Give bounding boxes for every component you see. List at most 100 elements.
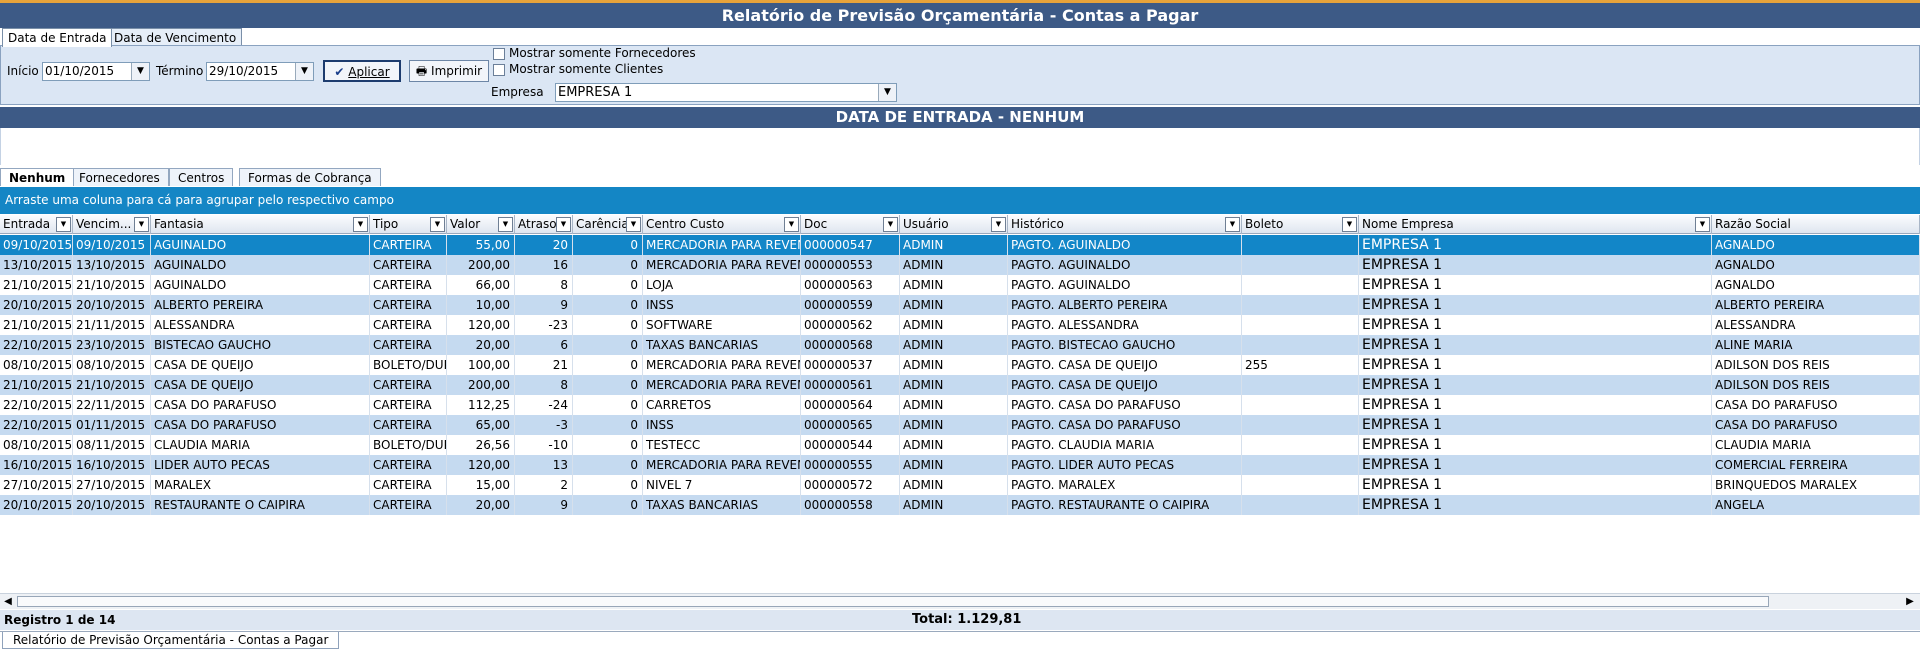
table-cell: 9: [515, 495, 573, 515]
column-header[interactable]: Fantasia ▼: [151, 215, 370, 234]
table-cell: 27/10/2015: [0, 475, 73, 495]
table-row[interactable]: 08/10/2015 08/11/2015 CLAUDIA MARIA BOLETO/…: [0, 435, 1920, 455]
table-cell: PAGTO. ALBERTO PEREIRA: [1008, 295, 1242, 315]
column-header[interactable]: Razão Social: [1712, 215, 1920, 234]
termino-date-field[interactable]: 29/10/2015 ▼: [206, 62, 314, 81]
aplicar-button[interactable]: ✔ Aplicar: [323, 60, 401, 82]
table-row[interactable]: 08/10/2015 08/10/2015 CASA DE QUEIJO BOLETO…: [0, 355, 1920, 375]
table-cell: AGUINALDO: [151, 255, 370, 275]
chevron-down-icon[interactable]: ▼: [878, 84, 896, 101]
table-row[interactable]: 20/10/2015 20/10/2015 ALBERTO PEREIRA CARTE…: [0, 295, 1920, 315]
table-row[interactable]: 21/10/2015 21/11/2015 ALESSANDRA CARTEIRA 12…: [0, 315, 1920, 335]
column-header[interactable]: Tipo ▼: [370, 215, 447, 234]
clientes-checkbox-label: Mostrar somente Clientes: [509, 62, 664, 76]
table-cell: PAGTO. AGUINALDO: [1008, 255, 1242, 275]
table-row[interactable]: 13/10/2015 13/10/2015 AGUINALDO CARTEIRA 200…: [0, 255, 1920, 275]
imprimir-button[interactable]: 🖶 Imprimir: [409, 60, 489, 82]
table-row[interactable]: 22/10/2015 22/11/2015 CASA DO PARAFUSO CART…: [0, 395, 1920, 415]
table-cell: 21/10/2015: [0, 375, 73, 395]
table-row[interactable]: 27/10/2015 27/10/2015 MARALEX CARTEIRA 15,00…: [0, 475, 1920, 495]
table-cell: PAGTO. CASA DE QUEIJO: [1008, 375, 1242, 395]
table-row[interactable]: 16/10/2015 16/10/2015 LIDER AUTO PECAS CART…: [0, 455, 1920, 475]
table-row[interactable]: 21/10/2015 21/10/2015 AGUINALDO CARTEIRA 66,…: [0, 275, 1920, 295]
filter-dropdown-icon[interactable]: ▼: [784, 217, 799, 232]
table-cell: CARTEIRA: [370, 415, 447, 435]
column-header[interactable]: Nome Empresa ▼: [1359, 215, 1712, 234]
table-cell: 000000537: [801, 355, 900, 375]
table-cell: CARTEIRA: [370, 235, 447, 255]
table-cell: CARTEIRA: [370, 275, 447, 295]
chevron-down-icon[interactable]: ▼: [295, 63, 313, 80]
group-by-panel[interactable]: Arraste uma coluna para cá para agrupar …: [0, 187, 1920, 214]
column-header[interactable]: Boleto ▼: [1242, 215, 1359, 234]
horizontal-scrollbar[interactable]: ◀ ▶: [0, 593, 1920, 609]
filter-dropdown-icon[interactable]: ▼: [1695, 217, 1710, 232]
table-cell: ADMIN: [900, 235, 1008, 255]
scroll-left-icon[interactable]: ◀: [0, 594, 16, 610]
window-title: Relatório de Previsão Orçamentária - Con…: [0, 0, 1920, 28]
column-header[interactable]: Valor ▼: [447, 215, 515, 234]
column-header[interactable]: Centro Custo ▼: [643, 215, 801, 234]
tab-formas-de-cobranca[interactable]: Formas de Cobrança: [239, 168, 381, 186]
tab-data-de-entrada[interactable]: Data de Entrada: [2, 28, 113, 47]
table-cell: [1242, 395, 1359, 415]
table-cell: 120,00: [447, 455, 515, 475]
table-cell: EMPRESA 1: [1359, 315, 1712, 335]
table-cell: INSS: [643, 295, 801, 315]
filter-dropdown-icon[interactable]: ▼: [498, 217, 513, 232]
tab-fornecedores[interactable]: Fornecedores: [70, 168, 169, 186]
inicio-date-field[interactable]: 01/10/2015 ▼: [42, 62, 150, 81]
table-cell: 0: [573, 275, 643, 295]
filter-dropdown-icon[interactable]: ▼: [353, 217, 368, 232]
filter-dropdown-icon[interactable]: ▼: [430, 217, 445, 232]
table-cell: CARTEIRA: [370, 315, 447, 335]
empresa-label: Empresa: [491, 85, 544, 99]
fornecedores-checkbox[interactable]: [493, 48, 505, 60]
table-cell: ADMIN: [900, 295, 1008, 315]
table-cell: 000000564: [801, 395, 900, 415]
table-row[interactable]: 22/10/2015 01/11/2015 CASA DO PARAFUSO CART…: [0, 415, 1920, 435]
aplicar-button-label: Aplicar: [348, 65, 390, 79]
table-cell: 0: [573, 475, 643, 495]
table-row[interactable]: 21/10/2015 21/10/2015 CASA DE QUEIJO CARTEI…: [0, 375, 1920, 395]
column-header[interactable]: Entrada ▼: [0, 215, 73, 234]
table-row[interactable]: 22/10/2015 23/10/2015 BISTECAO GAUCHO CARTE…: [0, 335, 1920, 355]
chevron-down-icon[interactable]: ▼: [131, 63, 149, 80]
scroll-thumb[interactable]: [17, 596, 1769, 607]
column-header[interactable]: Atraso ▼: [515, 215, 573, 234]
table-cell: [1242, 295, 1359, 315]
table-row[interactable]: 20/10/2015 20/10/2015 RESTAURANTE O CAIPIR…: [0, 495, 1920, 515]
tab-centros[interactable]: Centros: [169, 168, 234, 186]
filter-dropdown-icon[interactable]: ▼: [883, 217, 898, 232]
clientes-checkbox[interactable]: [493, 64, 505, 76]
filter-dropdown-icon[interactable]: ▼: [56, 217, 71, 232]
column-header-label: Usuário: [903, 217, 949, 231]
tab-nenhum[interactable]: Nenhum: [0, 168, 75, 186]
table-cell: 08/10/2015: [0, 355, 73, 375]
table-cell: 000000553: [801, 255, 900, 275]
table-cell: 255: [1242, 355, 1359, 375]
filter-dropdown-icon[interactable]: ▼: [626, 217, 641, 232]
column-header[interactable]: Carência ▼: [573, 215, 643, 234]
tab-data-de-vencimento[interactable]: Data de Vencimento: [108, 28, 243, 46]
filter-dropdown-icon[interactable]: ▼: [556, 217, 571, 232]
filter-dropdown-icon[interactable]: ▼: [991, 217, 1006, 232]
filter-dropdown-icon[interactable]: ▼: [1342, 217, 1357, 232]
column-header[interactable]: Vencim... ▼: [73, 215, 151, 234]
table-cell: EMPRESA 1: [1359, 295, 1712, 315]
table-cell: [1242, 375, 1359, 395]
column-header[interactable]: Doc ▼: [801, 215, 900, 234]
table-cell: BOLETO/DUPLICATA: [370, 355, 447, 375]
table-cell: 21/10/2015: [73, 375, 151, 395]
empresa-select[interactable]: EMPRESA 1 ▼: [555, 83, 897, 102]
filter-dropdown-icon[interactable]: ▼: [134, 217, 149, 232]
column-header[interactable]: Histórico ▼: [1008, 215, 1242, 234]
tab-relatorio[interactable]: Relatório de Previsão Orçamentária - Con…: [2, 632, 340, 649]
scroll-right-icon[interactable]: ▶: [1902, 594, 1918, 610]
column-header[interactable]: Usuário ▼: [900, 215, 1008, 234]
table-cell: PAGTO. AGUINALDO: [1008, 235, 1242, 255]
table-cell: 13/10/2015: [0, 255, 73, 275]
filter-dropdown-icon[interactable]: ▼: [1225, 217, 1240, 232]
table-cell: ADMIN: [900, 395, 1008, 415]
table-row[interactable]: 09/10/2015 09/10/2015 AGUINALDO CARTEIRA 55,…: [0, 235, 1920, 255]
